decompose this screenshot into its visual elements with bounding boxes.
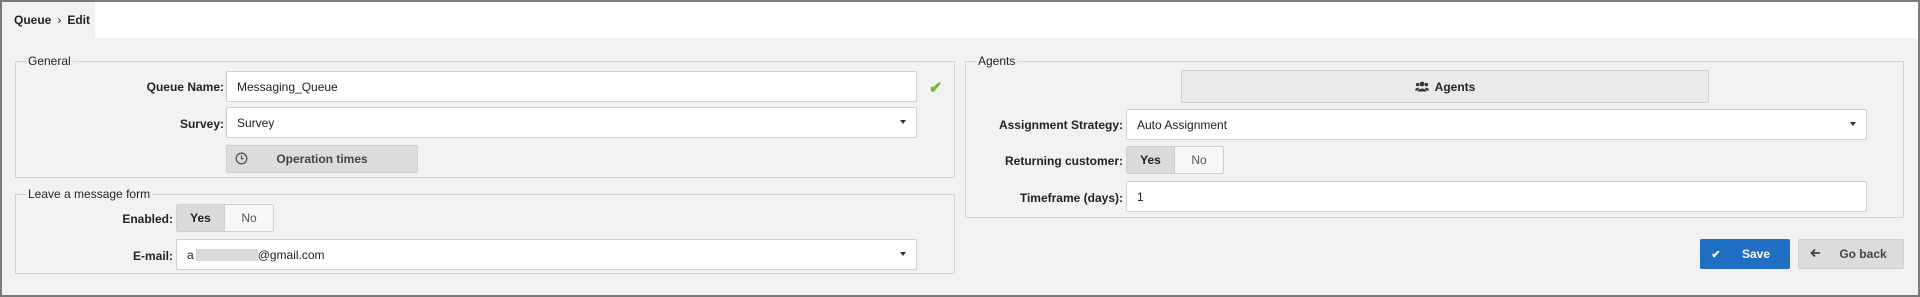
check-icon: ✔ bbox=[929, 80, 943, 97]
email-label: E-mail: bbox=[132, 249, 173, 263]
email-select[interactable]: a @gmail.com bbox=[176, 239, 917, 270]
email-prefix: a bbox=[187, 247, 194, 262]
timeframe-input[interactable]: 1 bbox=[1126, 181, 1867, 212]
chevron-down-icon bbox=[1850, 122, 1856, 126]
enabled-yes-option[interactable]: Yes bbox=[177, 205, 225, 231]
queue-name-input[interactable]: Messaging_Queue bbox=[226, 71, 917, 102]
agents-legend: Agents bbox=[976, 54, 1018, 68]
survey-select[interactable]: Survey bbox=[226, 107, 917, 138]
save-button-label: Save bbox=[1741, 247, 1771, 261]
survey-value: Survey bbox=[237, 115, 275, 130]
arrow-left-icon bbox=[1803, 247, 1827, 261]
go-back-button-label: Go back bbox=[1839, 247, 1887, 261]
timeframe-value: 1 bbox=[1137, 189, 1144, 204]
assignment-strategy-value: Auto Assignment bbox=[1137, 117, 1228, 132]
email-suffix: @gmail.com bbox=[257, 247, 325, 262]
redaction-mask bbox=[195, 248, 258, 261]
queue-name-label: Queue Name: bbox=[146, 80, 224, 94]
go-back-button[interactable]: Go back bbox=[1798, 239, 1904, 269]
timeframe-label: Timeframe (days): bbox=[1019, 191, 1123, 205]
chevron-down-icon bbox=[900, 120, 906, 124]
survey-label: Survey: bbox=[179, 117, 224, 131]
assignment-strategy-label: Assignment Strategy: bbox=[998, 118, 1123, 132]
chevron-down-icon bbox=[900, 252, 906, 256]
clock-icon bbox=[235, 152, 248, 165]
breadcrumb: Queue › Edit bbox=[2, 2, 95, 38]
save-button[interactable]: ✔ Save bbox=[1700, 239, 1790, 269]
operation-times-label: Operation times bbox=[276, 152, 368, 166]
breadcrumb-root[interactable]: Queue bbox=[14, 13, 51, 27]
returning-no-option[interactable]: No bbox=[1175, 147, 1223, 173]
users-icon bbox=[1414, 81, 1429, 92]
returning-yes-option[interactable]: Yes bbox=[1127, 147, 1175, 173]
queue-name-value: Messaging_Queue bbox=[237, 79, 338, 94]
breadcrumb-current: Edit bbox=[67, 13, 91, 27]
enabled-toggle[interactable]: Yes No bbox=[176, 204, 274, 232]
general-legend: General bbox=[26, 54, 73, 68]
returning-customer-toggle[interactable]: Yes No bbox=[1126, 146, 1224, 174]
enabled-no-option[interactable]: No bbox=[225, 205, 273, 231]
operation-times-button[interactable]: Operation times bbox=[226, 145, 418, 173]
agents-button[interactable]: Agents bbox=[1181, 70, 1709, 103]
check-icon: ✔ bbox=[1711, 248, 1721, 261]
top-bar: Queue › Edit bbox=[2, 2, 1918, 38]
leave-message-legend: Leave a message form bbox=[26, 187, 153, 201]
assignment-strategy-select[interactable]: Auto Assignment bbox=[1126, 109, 1867, 140]
enabled-label: Enabled: bbox=[122, 212, 173, 226]
breadcrumb-separator: › bbox=[57, 13, 62, 27]
returning-customer-label: Returning customer: bbox=[1004, 154, 1123, 168]
agents-button-label: Agents bbox=[1434, 79, 1476, 94]
